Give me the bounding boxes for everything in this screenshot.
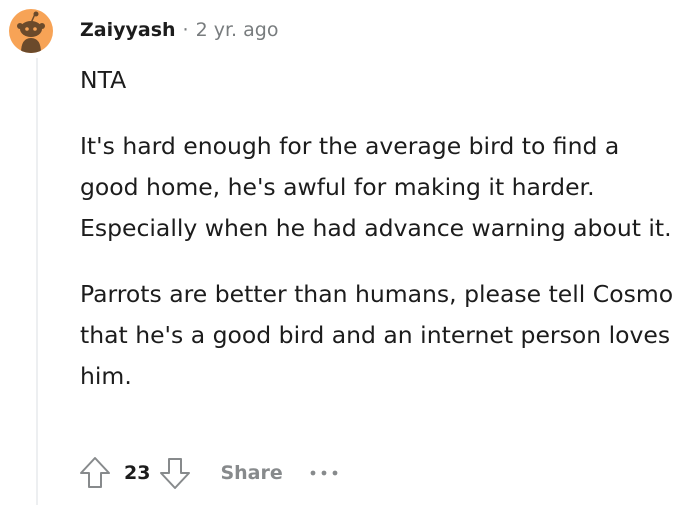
- meta-separator: ·: [182, 19, 189, 41]
- downvote-arrow-icon: [160, 458, 191, 489]
- comment-username[interactable]: Zaiyyash: [80, 19, 176, 41]
- user-avatar[interactable]: [9, 9, 53, 53]
- vote-score: 23: [124, 462, 151, 484]
- comment-paragraph: Parrots are better than humans, please t…: [80, 280, 674, 390]
- upvote-arrow-icon: [80, 457, 110, 488]
- more-options-button[interactable]: [309, 451, 339, 495]
- comment-meta: Zaiyyash · 2 yr. ago: [80, 17, 278, 43]
- more-options-icon: [310, 470, 338, 476]
- downvote-button[interactable]: [156, 451, 194, 495]
- comment-timestamp[interactable]: 2 yr. ago: [196, 19, 279, 41]
- comment-paragraph: NTA: [80, 66, 127, 94]
- share-button[interactable]: Share: [220, 462, 282, 484]
- comment-body: NTA It's hard enough for the average bir…: [80, 60, 680, 422]
- thread-line[interactable]: [36, 58, 38, 505]
- snoo-avatar-icon: [17, 11, 45, 53]
- comment-paragraph: It's hard enough for the average bird to…: [80, 132, 672, 242]
- upvote-button[interactable]: [76, 451, 114, 495]
- comment-action-bar: 23 Share: [76, 451, 339, 495]
